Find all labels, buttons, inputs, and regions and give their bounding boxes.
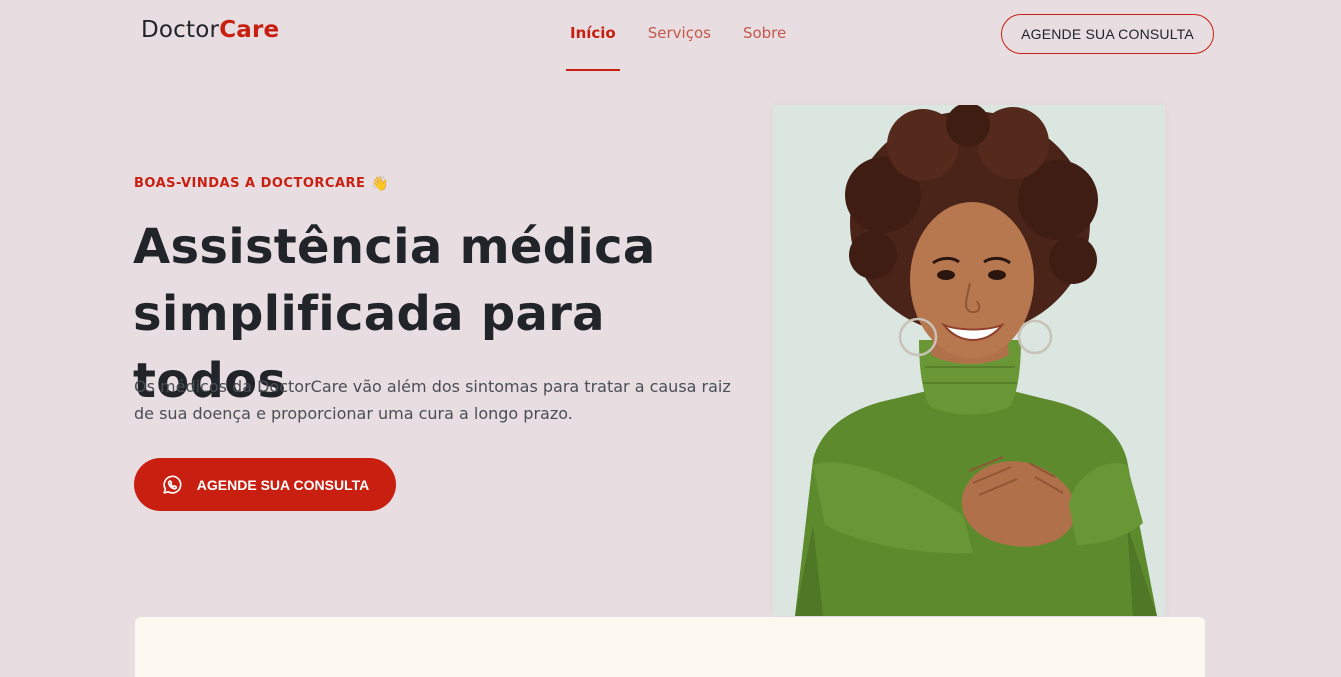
nav-item-sobre[interactable]: Sobre [739, 0, 790, 72]
hero-schedule-button[interactable]: AGENDE SUA CONSULTA [134, 458, 396, 511]
hero-title-line-1: Assistência médica [133, 219, 656, 275]
hero-eyebrow-text: BOAS-VINDAS A DOCTORCARE [134, 176, 366, 191]
nav-item-inicio[interactable]: Início [566, 0, 620, 72]
logo[interactable]: DoctorCare [141, 17, 279, 43]
header-schedule-button[interactable]: AGENDE SUA CONSULTA [1001, 14, 1214, 54]
hero-schedule-label: AGENDE SUA CONSULTA [196, 476, 370, 493]
hero-eyebrow: BOAS-VINDAS A DOCTORCARE 👋 [134, 176, 389, 191]
main-nav: Início Serviços Sobre [566, 0, 814, 72]
logo-text: Doctor [141, 17, 220, 43]
hero-doctor-image [773, 105, 1165, 616]
hero-description: Os médicos da DoctorCare vão além dos si… [134, 377, 731, 423]
whatsapp-icon [161, 474, 183, 496]
logo-accent: Care [219, 17, 280, 43]
stats-card [135, 617, 1205, 677]
nav-item-servicos[interactable]: Serviços [644, 0, 715, 72]
waving-hand-icon: 👋 [371, 175, 390, 192]
